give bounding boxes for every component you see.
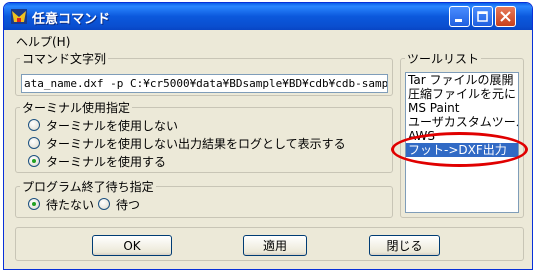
wait-option-label: 待たない (46, 197, 95, 212)
close-window-button[interactable] (495, 6, 516, 27)
list-item-selected[interactable]: フット->DXF出力 (406, 143, 518, 157)
maximize-icon (477, 11, 488, 22)
minimize-icon (455, 19, 462, 22)
terminal-option-label: ターミナルを使用しない (46, 118, 179, 133)
apply-button[interactable]: 適用 (243, 235, 307, 256)
terminal-option-2[interactable]: ターミナルを使用しない出力結果をログとして表示する (28, 135, 346, 151)
title-bar[interactable]: 任意コマンド (4, 3, 532, 30)
ok-button[interactable]: OK (92, 235, 172, 256)
terminal-option-3[interactable]: ターミナルを使用する (28, 153, 166, 169)
tool-listbox[interactable]: Tar ファイルの展開 圧縮ファイルを元に MS Paint ユーザカスタムツー… (405, 72, 519, 213)
window-title: 任意コマンド (32, 12, 111, 27)
radio-button-selected[interactable] (28, 155, 40, 167)
list-item[interactable]: AWS (406, 129, 518, 143)
command-group: コマンド文字列 ata_name.dxf -p C:¥cr5000¥data¥B… (15, 50, 393, 96)
list-item[interactable]: 圧縮ファイルを元に (406, 87, 518, 101)
maximize-button[interactable] (472, 6, 493, 27)
terminal-group-label: ターミナル使用指定 (20, 99, 133, 116)
radio-button-selected[interactable] (28, 198, 40, 210)
app-icon (11, 9, 27, 24)
list-item[interactable]: MS Paint (406, 101, 518, 115)
terminal-group: ターミナル使用指定 ターミナルを使用しない ターミナルを使用しない出力結果をログ… (15, 99, 393, 173)
dialog-window: 任意コマンド ヘルプ(H) コマンド文字列 ata_name.dxf -p C:… (3, 2, 533, 270)
radio-button[interactable] (98, 198, 110, 210)
wait-group-label: プログラム終了待ち指定 (20, 178, 156, 195)
radio-button[interactable] (28, 119, 40, 131)
radio-button[interactable] (28, 137, 40, 149)
menu-help[interactable]: ヘルプ(H) (16, 33, 70, 50)
menu-bar: ヘルプ(H) (4, 31, 532, 49)
close-button[interactable]: 閉じる (369, 235, 440, 256)
wait-group: プログラム終了待ち指定 待たない 待つ (15, 178, 393, 218)
command-input[interactable]: ata_name.dxf -p C:¥cr5000¥data¥BDsample¥… (21, 74, 388, 93)
close-icon (500, 11, 511, 22)
list-item[interactable]: Tar ファイルの展開 (406, 73, 518, 87)
wait-option-label: 待つ (116, 197, 141, 212)
command-group-label: コマンド文字列 (20, 50, 109, 67)
tools-group-label: ツールリスト (405, 50, 482, 67)
wait-option-wait[interactable]: 待つ (98, 196, 140, 212)
minimize-button[interactable] (449, 6, 470, 27)
tools-group: ツールリスト Tar ファイルの展開 圧縮ファイルを元に MS Paint ユー… (400, 50, 524, 218)
terminal-option-1[interactable]: ターミナルを使用しない (28, 117, 178, 133)
wait-option-nowait[interactable]: 待たない (28, 196, 94, 212)
list-item[interactable]: ユーザカスタムツール (406, 115, 518, 129)
terminal-option-label: ターミナルを使用する (46, 154, 167, 169)
terminal-option-label: ターミナルを使用しない出力結果をログとして表示する (46, 136, 346, 151)
